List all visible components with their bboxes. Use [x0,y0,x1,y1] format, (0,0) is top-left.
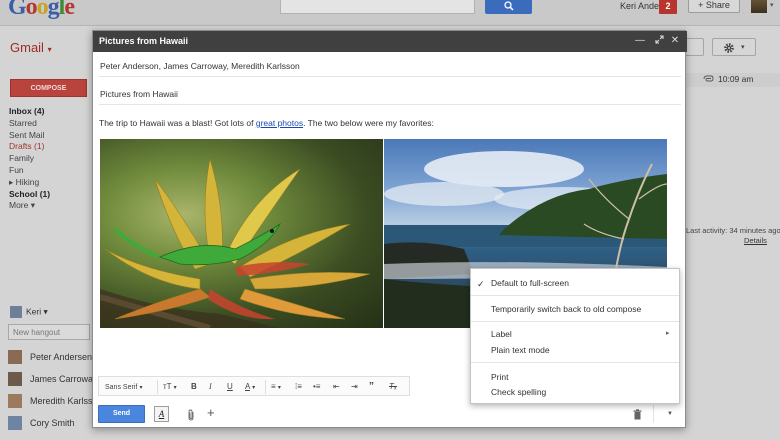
recipients-field[interactable]: Peter Anderson, James Carroway, Meredith… [99,55,681,77]
message-body[interactable]: The trip to Hawaii was a blast! Got lots… [99,118,434,128]
avatar[interactable] [751,0,767,13]
gear-icon [724,43,734,53]
share-button[interactable]: + Share [688,0,740,13]
sidebar-item-family[interactable]: Family [9,153,50,165]
sidebar-item-inbox[interactable]: Inbox (4) [9,106,50,118]
search-input[interactable] [280,0,475,14]
gmail-menu[interactable]: Gmail ▾ [10,40,52,55]
body-link[interactable]: great photos [256,118,303,128]
last-activity: Last activity: 34 minutes ago [686,226,780,235]
search-button[interactable] [485,0,532,14]
bold-icon[interactable]: B [191,380,197,394]
formatting-options-button[interactable]: A [154,406,169,422]
contact-name: Cory Smith [30,418,75,428]
subject-field[interactable]: Pictures from Hawaii [99,83,681,105]
notification-badge[interactable]: 2 [659,0,677,14]
toolbar-divider [265,380,266,394]
sidebar-item-sent[interactable]: Sent Mail [9,130,50,142]
menu-item-print[interactable]: Print [491,372,508,382]
sidebar-item-drafts[interactable]: Drafts (1) [9,141,50,153]
menu-divider [471,362,679,363]
toolbar-divider [157,380,158,394]
top-bar: Google Keri Anderson 2 + Share ▾ [0,0,780,26]
send-button[interactable]: Send [98,405,145,423]
menu-item-old-compose[interactable]: Temporarily switch back to old compose [491,304,641,314]
sidebar-item-school[interactable]: School (1) [9,189,50,201]
underline-icon[interactable]: U [227,380,233,394]
contact-item[interactable]: Peter Andersen [8,346,103,368]
formatting-toolbar: Sans Serif ▾ тT ▾ B I U A ▾ ≡ ▾ ⁞≡ •≡ ⇤ … [98,376,410,396]
font-label: Sans Serif [105,384,138,391]
chat-user-name: Keri [26,306,42,317]
menu-divider [471,295,679,296]
details-link[interactable]: Details [744,236,767,245]
new-hangout-input[interactable]: New hangout [8,324,90,340]
message-time: 10:09 am [718,74,754,84]
chevron-right-icon: ▸ [666,330,670,337]
search-icon [504,1,514,11]
avatar [10,306,22,318]
numbered-list-icon[interactable]: ⁞≡ [295,380,302,394]
menu-item-plain-text[interactable]: Plain text mode [491,345,550,355]
font-size-icon[interactable]: тT ▾ [163,380,177,394]
contact-name: James Carroway [30,374,98,384]
remove-formatting-icon[interactable]: Tₓ [389,380,397,394]
sidebar-item-more[interactable]: More ▾ [9,200,50,212]
google-logo[interactable]: Google [8,0,75,21]
plus-icon[interactable]: + [207,405,215,420]
menu-divider [471,321,679,322]
toolbar-divider [653,405,654,423]
avatar [8,372,22,386]
chevron-down-icon: ▾ [47,45,52,54]
align-icon[interactable]: ≡ ▾ [271,380,281,394]
expand-icon[interactable] [653,35,665,47]
sidebar-nav: Inbox (4) Starred Sent Mail Drafts (1) F… [9,106,50,212]
menu-item-check-spelling[interactable]: Check spelling [491,387,546,397]
close-icon[interactable]: ✕ [669,35,681,47]
compose-title: Pictures from Hawaii [99,36,189,46]
checkmark-icon: ✓ [477,279,485,289]
quote-icon[interactable]: ” [369,380,374,394]
more-options-icon[interactable]: ▼ [667,411,673,417]
photo-heliconia[interactable] [100,139,383,328]
compose-header[interactable]: Pictures from Hawaii — ✕ [93,31,687,52]
text-color-icon[interactable]: A ▾ [245,380,255,394]
italic-icon[interactable]: I [209,380,212,394]
attachment-icon[interactable] [187,409,195,421]
settings-button[interactable]: ▾ [712,38,756,56]
chevron-down-icon: ▾ [741,44,745,51]
avatar [8,350,22,364]
contact-name: Peter Andersen [30,352,93,362]
gmail-label: Gmail [10,40,44,55]
menu-item-label[interactable]: Label [491,329,512,339]
contact-item[interactable]: James Carroway [8,368,103,390]
sidebar-item-hiking[interactable]: ▸ Hiking [9,177,50,189]
chevron-down-icon[interactable]: ▾ [770,1,774,9]
sidebar-item-starred[interactable]: Starred [9,118,50,130]
body-text-start: The trip to Hawaii was a blast! Got lots… [99,118,256,128]
chevron-down-icon: ▾ [43,306,48,317]
body-text-end: . The two below were my favorites: [303,118,434,128]
compose-button[interactable]: COMPOSE [10,79,87,97]
attachment-icon [703,75,714,82]
indent-less-icon[interactable]: ⇤ [333,380,340,394]
avatar [8,394,22,408]
avatar [8,416,22,430]
indent-more-icon[interactable]: ⇥ [351,380,358,394]
minimize-icon[interactable]: — [634,35,646,47]
chevron-down-icon: ▾ [139,385,143,391]
font-select[interactable]: Sans Serif ▾ [105,380,143,394]
more-options-menu: ✓ Default to full-screen Temporarily swi… [470,268,680,404]
contact-item[interactable]: Meredith Karlsson [8,390,103,412]
contact-list: Peter Andersen James Carroway Meredith K… [8,346,103,434]
menu-item-default-full-screen[interactable]: Default to full-screen [491,278,569,288]
bulleted-list-icon[interactable]: •≡ [313,380,320,394]
sidebar-item-fun[interactable]: Fun [9,165,50,177]
contact-item[interactable]: Cory Smith [8,412,103,434]
chat-user[interactable]: Keri ▾ [10,306,48,318]
trash-icon[interactable] [633,409,642,420]
